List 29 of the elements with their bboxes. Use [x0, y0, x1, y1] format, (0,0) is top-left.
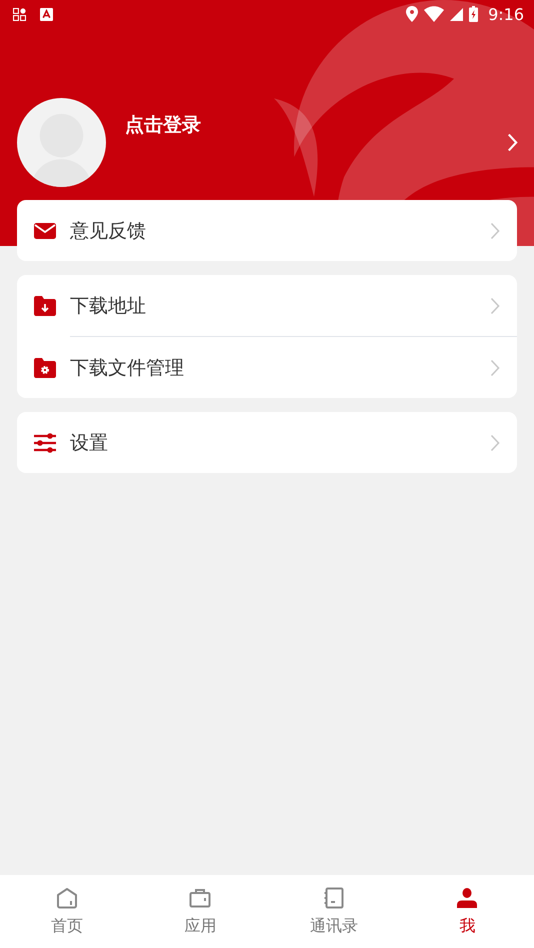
briefcase-icon: [188, 886, 212, 910]
menu-item[interactable]: 下载文件管理: [70, 336, 517, 398]
folder-gear-icon: [34, 358, 56, 378]
chevron-right-icon[interactable]: [507, 133, 518, 152]
tab[interactable]: 通讯录: [267, 875, 400, 948]
tab[interactable]: 应用: [134, 875, 267, 948]
home-icon: [54, 886, 79, 910]
envelope-icon: [34, 220, 56, 240]
battery-icon: [469, 6, 478, 22]
tab[interactable]: 首页: [0, 875, 134, 948]
grid-icon: [13, 8, 26, 20]
folder-download-icon: [34, 296, 56, 316]
location-icon: [406, 6, 418, 22]
menu-item[interactable]: 意见反馈: [17, 200, 517, 261]
chevron-right-icon: [490, 358, 500, 376]
chevron-right-icon: [490, 434, 500, 452]
keyboard-icon: [40, 8, 53, 20]
status-time: 9:16: [488, 4, 524, 24]
tab[interactable]: 我: [400, 875, 534, 948]
sliders-icon: [34, 432, 56, 452]
login-link[interactable]: 点击登录: [125, 112, 201, 138]
chevron-right-icon: [490, 222, 500, 240]
chevron-right-icon: [490, 296, 500, 314]
wifi-icon: [424, 6, 444, 22]
menu-item[interactable]: 下载地址: [17, 275, 517, 336]
menu-item[interactable]: 设置: [17, 412, 517, 473]
notebook-icon: [322, 886, 346, 910]
signal-icon: [450, 8, 464, 20]
person-icon: [455, 886, 480, 910]
